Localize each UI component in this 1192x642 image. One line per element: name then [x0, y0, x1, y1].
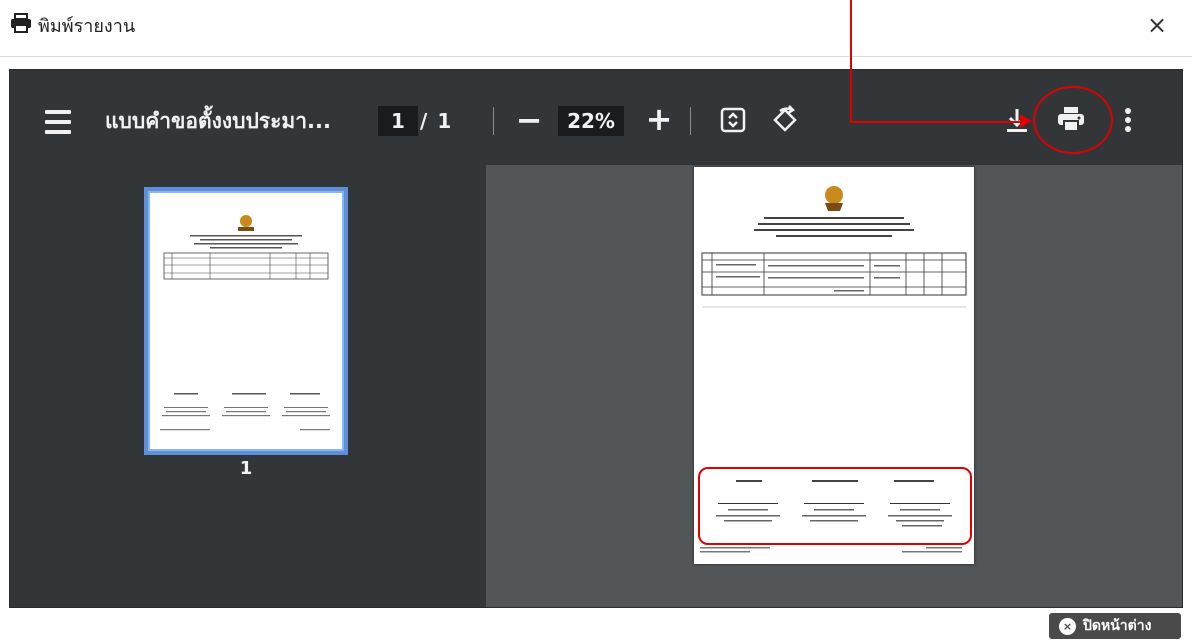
- page-separator: /: [420, 109, 428, 133]
- annotation-highlight-box: [698, 467, 972, 545]
- modal-title-text: พิมพ์รายงาน: [38, 15, 136, 37]
- close-icon[interactable]: ×: [1142, 10, 1172, 40]
- zoom-out-button[interactable]: −: [515, 101, 543, 139]
- total-pages: 1: [437, 109, 452, 133]
- page-thumbnail[interactable]: [150, 193, 342, 449]
- thumbnail-sidebar: 1: [10, 165, 486, 607]
- pdf-viewer: แบบคำขอตั้งงบประมา... 1 / 1 − 22% + 1: [10, 70, 1182, 607]
- page-number-input[interactable]: 1: [378, 106, 418, 136]
- annotation-arrowhead: [1020, 114, 1032, 128]
- thumbnail-page-number: 1: [239, 458, 253, 479]
- annotation-arrow-line: [850, 0, 852, 123]
- zoom-level-input[interactable]: 22%: [558, 106, 624, 136]
- thumbnail-page-content: [160, 215, 330, 431]
- modal-title: พิมพ์รายงาน: [10, 10, 135, 40]
- close-circle-icon: ×: [1059, 617, 1076, 635]
- rotate-icon[interactable]: [770, 105, 800, 135]
- zoom-in-button[interactable]: +: [645, 100, 673, 138]
- viewer-toolbar: แบบคำขอตั้งงบประมา... 1 / 1 − 22% +: [10, 70, 1182, 165]
- printer-icon: [10, 12, 32, 38]
- close-window-label: ปิดหน้าต่าง: [1083, 618, 1152, 634]
- document-title: แบบคำขอตั้งงบประมา...: [105, 108, 331, 133]
- menu-icon[interactable]: [43, 110, 73, 134]
- toolbar-divider: [493, 107, 494, 135]
- annotation-arrow-line: [850, 121, 1022, 123]
- more-options-icon[interactable]: [1120, 105, 1136, 135]
- fit-page-icon[interactable]: [720, 107, 746, 133]
- page-total: / 1: [420, 106, 451, 136]
- close-window-button[interactable]: × ปิดหน้าต่าง: [1049, 613, 1181, 639]
- annotation-circle: [1033, 86, 1113, 154]
- toolbar-divider: [690, 107, 691, 135]
- header-divider: [0, 56, 1192, 57]
